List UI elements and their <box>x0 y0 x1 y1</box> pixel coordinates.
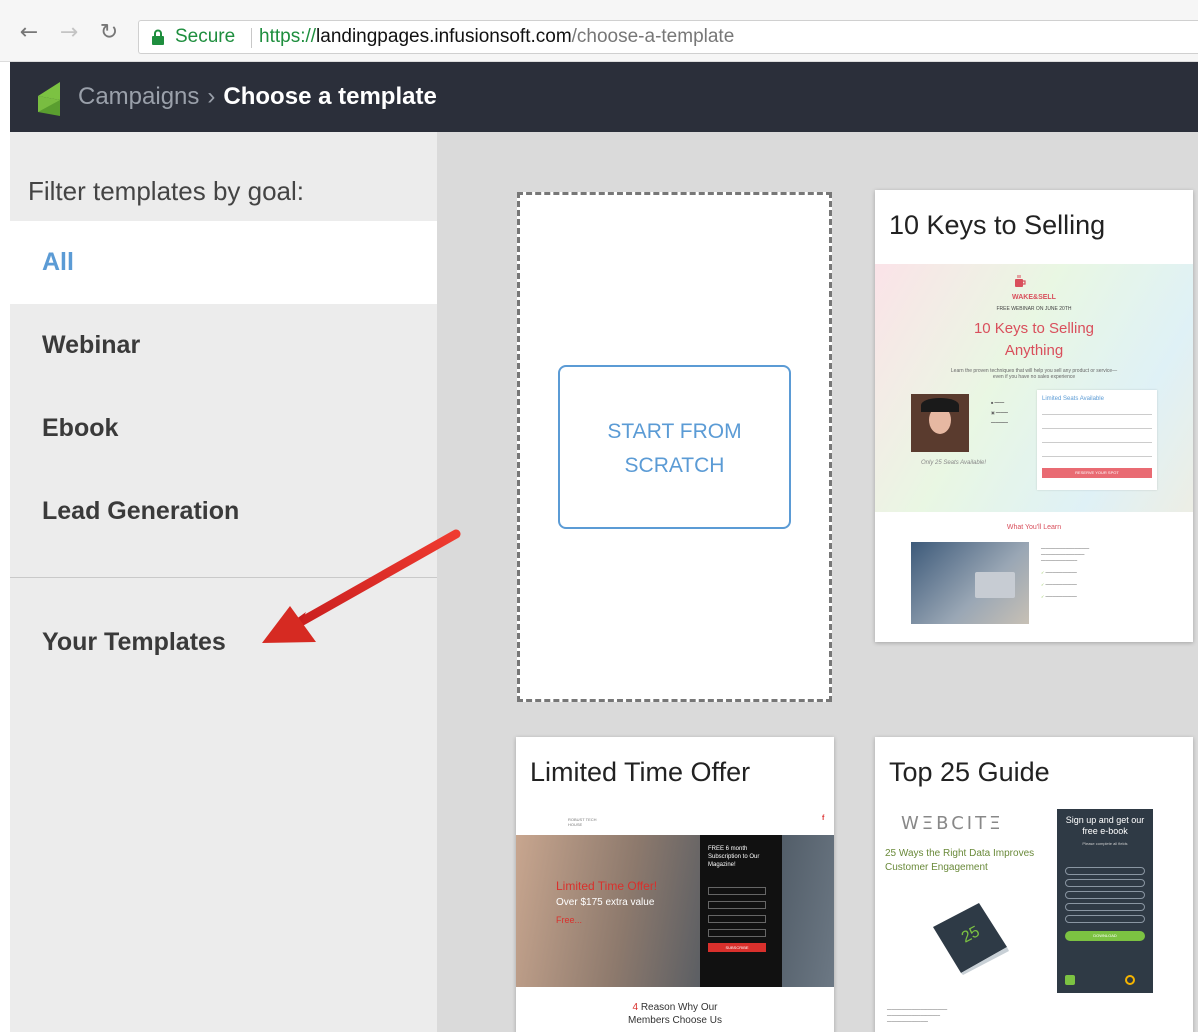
filter-all[interactable]: All <box>10 221 437 304</box>
url-text: https://landingpages.infusionsoft.com/ch… <box>259 26 735 47</box>
forward-arrow-icon[interactable]: → <box>58 22 80 44</box>
coffee-cup-icon <box>1015 275 1026 287</box>
hero-headline: Limited Time Offer! <box>556 879 658 893</box>
filter-sidebar: Filter templates by goal: All Webinar Eb… <box>10 132 437 1032</box>
preview-brand: WΞBCITΞ <box>901 813 1004 834</box>
browser-toolbar: ← → ↻ Secure https://landingpages.infusi… <box>0 0 1198 62</box>
what-you-learn: What You'll Learn <box>1006 524 1062 531</box>
start-from-scratch-button[interactable]: START FROM SCRATCH <box>558 365 791 529</box>
template-card-10-keys[interactable]: 10 Keys to Selling WAKE&SELL FREE WEBINA… <box>875 190 1193 642</box>
template-title: 10 Keys to Selling <box>889 210 1106 240</box>
hero-free: Free... <box>556 915 583 925</box>
signup-sub: Please complete all fields <box>1082 841 1128 846</box>
signup-title: Sign up and get our free e-book <box>1065 815 1145 836</box>
signup-form: Limited Seats Available RESERVE YOUR SPO… <box>1037 390 1157 490</box>
seats-note: Only 25 Seats Available! <box>921 460 987 466</box>
filter-lead-generation[interactable]: Lead Generation <box>10 470 437 553</box>
preview-headline: 25 Ways the Right Data Improves Customer… <box>885 848 1035 873</box>
back-arrow-icon[interactable]: ← <box>18 22 40 44</box>
ebook-cover-icon: 25 <box>933 903 1009 975</box>
sidebar-divider <box>10 577 437 578</box>
template-title: Limited Time Offer <box>530 757 751 787</box>
template-preview: WΞBCITΞ 25 Ways the Right Data Improves … <box>875 809 1193 1032</box>
reasons-heading: 4 Reason Why Our Members Choose Us <box>628 1002 722 1026</box>
secure-label: Secure <box>175 26 236 47</box>
address-bar[interactable]: Secure https://landingpages.infusionsoft… <box>138 20 1198 54</box>
template-preview: ROBUST TECH HOUSE f Limited Time Offer! … <box>516 809 834 1032</box>
download-button: DOWNLOAD <box>1065 931 1145 941</box>
preview-headline-1: 10 Keys to Selling <box>973 320 1095 337</box>
preview-logo: ROBUST TECH HOUSE <box>568 817 597 827</box>
preview-subhead: FREE WEBINAR ON JUNE 20TH <box>996 306 1072 312</box>
signup-box: Sign up and get our free e-book Please c… <box>1057 809 1153 993</box>
preview-headline-2: Anything <box>1004 342 1064 359</box>
subscribe-box: FREE 6 month Subscription to Our Magazin… <box>700 835 782 987</box>
app-header: Campaigns › Choose a template <box>10 62 1198 132</box>
breadcrumb-campaigns[interactable]: Campaigns <box>78 83 199 110</box>
hero-value: Over $175 extra value <box>556 897 655 908</box>
preview-lower-section: What You'll Learn ━━━━━━━━━━━━━━━━━━━━ ━━… <box>875 512 1193 642</box>
reload-icon[interactable]: ↻ <box>98 22 120 44</box>
filter-webinar[interactable]: Webinar <box>10 304 437 387</box>
speaker-info: ■ ━━━━ ▣ ━━━━━ ━━━━━━━ <box>991 400 1008 425</box>
learn-photo <box>911 542 1029 624</box>
subscribe-button: SUBSCRIBE <box>708 943 766 952</box>
page-title: Choose a template <box>223 83 437 110</box>
template-card-top-25-guide[interactable]: Top 25 Guide WΞBCITΞ 25 Ways the Right D… <box>875 737 1193 1032</box>
subscribe-title: FREE 6 month Subscription to Our Magazin… <box>708 846 760 868</box>
template-title: Top 25 Guide <box>889 757 1050 787</box>
learn-text: ━━━━━━━━━━━━━━━━━━━━ ━━━━━━━━━━━━━━━━━━ ━━… <box>1041 546 1090 599</box>
scratch-label-line2: SCRATCH <box>624 454 725 477</box>
lock-icon <box>152 29 164 45</box>
facebook-icon: f <box>822 815 825 822</box>
your-templates-link[interactable]: Your Templates <box>42 628 226 657</box>
template-preview: WAKE&SELL FREE WEBINAR ON JUNE 20TH 10 K… <box>875 264 1193 642</box>
url-divider <box>251 28 252 48</box>
preview-intro: Learn the proven techniques that will he… <box>950 368 1118 380</box>
infusionsoft-logo-icon[interactable] <box>38 82 60 116</box>
scratch-label-line1: START FROM <box>607 420 742 443</box>
form-title: Limited Seats Available <box>1042 396 1104 402</box>
speaker-photo <box>911 394 969 452</box>
hero-image: Limited Time Offer! Over $175 extra valu… <box>516 835 834 987</box>
breadcrumb-separator: › <box>207 83 216 110</box>
filter-heading: Filter templates by goal: <box>28 176 305 206</box>
breadcrumb: Campaigns › Choose a template <box>78 62 437 132</box>
reserve-button: RESERVE YOUR SPOT <box>1042 468 1152 478</box>
filter-ebook[interactable]: Ebook <box>10 387 437 470</box>
preview-brand: WAKE&SELL <box>1012 294 1056 301</box>
preview-body-text: ━━━━━━━━━━━━━━━━━━━━━━━━━ ━━━━━━━━━━━━━━━… <box>887 1007 948 1024</box>
template-grid: START FROM SCRATCH 10 Keys to Selling WA… <box>437 132 1198 1032</box>
start-from-scratch-card[interactable]: START FROM SCRATCH <box>517 192 832 702</box>
template-card-limited-time-offer[interactable]: Limited Time Offer ROBUST TECH HOUSE f L… <box>516 737 834 1032</box>
